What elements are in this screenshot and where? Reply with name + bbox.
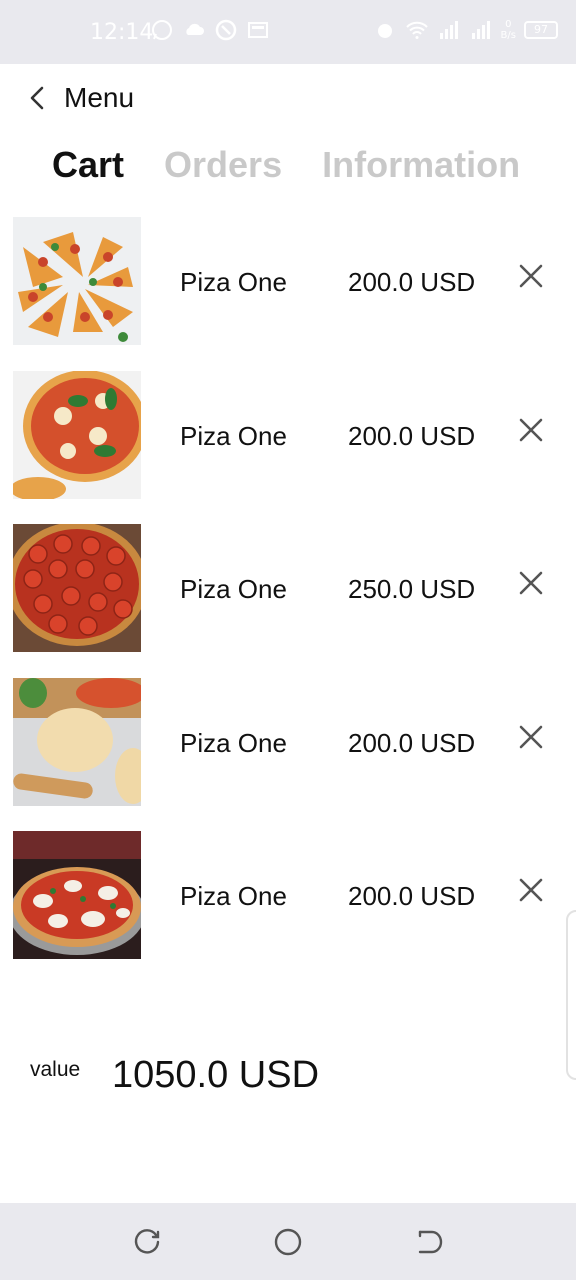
notification-icons — [150, 18, 270, 42]
recents-button[interactable] — [132, 1227, 162, 1257]
signal-icon-2 — [471, 21, 490, 39]
close-icon — [519, 725, 543, 748]
close-icon — [519, 264, 543, 288]
item-name: Piza One — [180, 727, 287, 758]
item-name: Piza One — [180, 881, 287, 911]
news-icon — [248, 22, 268, 38]
pizza-dough-image — [13, 677, 141, 806]
sliced-pizza-image — [13, 217, 141, 345]
margherita-pizza-image — [13, 831, 141, 959]
system-nav-bar — [0, 1203, 576, 1280]
whatsapp-icon — [152, 20, 172, 40]
cart-item: Piza One 200.0 USD — [0, 831, 576, 985]
tab-bar: Cart Orders Information — [52, 144, 520, 186]
wifi-icon — [405, 21, 428, 39]
remove-item-button[interactable] — [516, 722, 546, 752]
sync-icon — [215, 19, 237, 41]
signal-icon — [439, 21, 458, 39]
home-button[interactable] — [273, 1227, 303, 1257]
battery-icon: 97 — [524, 21, 558, 39]
home-icon — [274, 1228, 302, 1256]
item-name: Piza One — [180, 420, 287, 451]
remove-item-button[interactable] — [516, 568, 546, 598]
back-button[interactable] — [414, 1227, 444, 1257]
back-label: Menu — [64, 82, 135, 113]
total-label: value — [30, 1058, 81, 1081]
close-icon — [519, 571, 543, 595]
back-icon — [418, 1230, 443, 1254]
cart-item: Piza One 200.0 USD — [0, 677, 576, 832]
item-price: 200.0 USD — [348, 727, 476, 758]
alarm-icon — [377, 24, 392, 38]
item-price: 200.0 USD — [348, 267, 476, 297]
chevron-left-icon — [30, 86, 44, 110]
item-name: Piza One — [180, 574, 287, 604]
cart-item: Piza One 200.0 USD — [0, 217, 576, 371]
remove-item-button[interactable] — [516, 875, 546, 905]
recents-icon — [134, 1229, 160, 1254]
remove-item-button[interactable] — [516, 261, 546, 291]
edge-panel-handle[interactable] — [566, 910, 576, 1080]
status-time: 12:14 — [90, 20, 154, 45]
total-value: 1050.0 USD — [112, 1054, 320, 1096]
close-icon — [519, 878, 543, 902]
pepperoni-pizza-image — [13, 524, 141, 652]
close-icon — [519, 418, 543, 441]
cart-item: Piza One 250.0 USD — [0, 524, 576, 678]
cart-list: Piza One 200.0 USD Piza One 200.0 USD Pi… — [0, 217, 576, 985]
network-speed: 0 B/s — [500, 19, 516, 41]
back-to-menu-button[interactable]: Menu — [24, 78, 134, 118]
tab-cart[interactable]: Cart — [52, 144, 124, 186]
item-name: Piza One — [180, 267, 287, 297]
system-icons: 0 B/s 97 — [373, 18, 558, 42]
tab-information[interactable]: Information — [322, 144, 520, 186]
cloud-icon — [186, 23, 204, 35]
cart-item: Piza One 200.0 USD — [0, 370, 576, 525]
item-price: 250.0 USD — [348, 574, 476, 604]
margherita-basil-pizza-image — [13, 370, 141, 499]
item-price: 200.0 USD — [348, 420, 476, 451]
tab-orders[interactable]: Orders — [164, 144, 282, 186]
item-price: 200.0 USD — [348, 881, 476, 911]
remove-item-button[interactable] — [516, 415, 546, 445]
status-bar: 12:14 0 B/s 97 — [0, 0, 576, 64]
